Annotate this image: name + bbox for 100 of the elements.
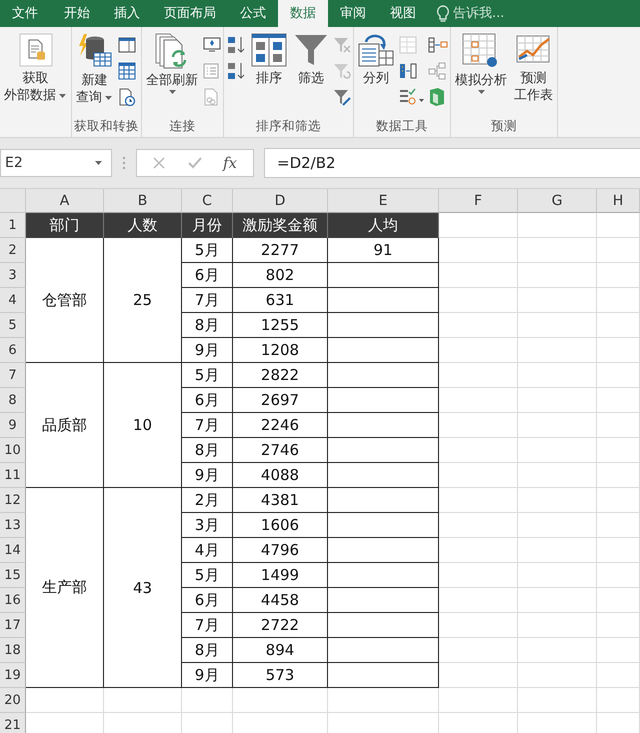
- ribbon-button[interactable]: 新建 查询: [74, 30, 115, 106]
- caret-icon[interactable]: [476, 89, 486, 95]
- row-header[interactable]: 3: [0, 263, 26, 288]
- table-header-cell: 部门: [26, 213, 104, 238]
- table-cell: 6月: [182, 263, 233, 288]
- column-header[interactable]: D: [233, 189, 328, 213]
- empty-cell: [597, 688, 640, 713]
- row-header[interactable]: 5: [0, 313, 26, 338]
- table-cell: 5月: [182, 238, 233, 263]
- column-header[interactable]: B: [104, 189, 182, 213]
- column-header[interactable]: A: [26, 189, 104, 213]
- table-icon[interactable]: [118, 37, 136, 53]
- empty-cell: [597, 238, 640, 263]
- column-header[interactable]: F: [439, 189, 518, 213]
- ribbon-button[interactable]: 全部刷新: [144, 30, 200, 95]
- document-clock-icon[interactable]: [118, 88, 136, 106]
- ribbon-tab[interactable]: 插入: [102, 0, 152, 27]
- caret-icon[interactable]: [104, 94, 113, 100]
- funnel-pencil-icon[interactable]: [333, 88, 351, 106]
- column-header[interactable]: G: [518, 189, 597, 213]
- row-header[interactable]: 15: [0, 563, 26, 588]
- column-header[interactable]: C: [182, 189, 233, 213]
- row-header[interactable]: 10: [0, 438, 26, 463]
- name-box[interactable]: E2: [0, 149, 112, 177]
- table-cell: 91: [328, 238, 439, 263]
- row-header[interactable]: 13: [0, 513, 26, 538]
- ribbon-button[interactable]: 排序: [249, 30, 289, 87]
- table-cell: 6月: [182, 388, 233, 413]
- sort-descending-icon[interactable]: [226, 61, 246, 81]
- ribbon-tab[interactable]: 审阅: [328, 0, 378, 27]
- grip-icon[interactable]: [122, 156, 126, 170]
- table-cell: 生产部: [26, 488, 104, 688]
- check-icon[interactable]: [187, 155, 203, 171]
- row-header[interactable]: 2: [0, 238, 26, 263]
- text-columns-arrow-icon[interactable]: [358, 33, 394, 67]
- empty-cell: [182, 688, 233, 713]
- ribbon-tab[interactable]: 数据: [278, 0, 328, 27]
- ribbon-button[interactable]: 筛选: [292, 30, 330, 87]
- empty-cell: [597, 538, 640, 563]
- table-cell: 1255: [233, 313, 328, 338]
- ribbon-button[interactable]: 预测 工作表: [512, 30, 555, 104]
- ribbon-button[interactable]: 分列: [356, 30, 396, 87]
- table-cell: 6月: [182, 588, 233, 613]
- empty-cell: [597, 613, 640, 638]
- empty-cell: [597, 363, 640, 388]
- sort-ascending-icon[interactable]: [226, 35, 246, 55]
- table-cell: 573: [233, 663, 328, 688]
- ribbon-tab[interactable]: 页面布局: [152, 0, 228, 27]
- sort-dialog-icon[interactable]: [251, 33, 287, 67]
- tell-me-field[interactable]: 告诉我...: [453, 6, 533, 21]
- data-cube-icon[interactable]: [428, 87, 446, 107]
- insert-function-button[interactable]: fx: [223, 154, 238, 172]
- lightbulb-icon[interactable]: [436, 4, 450, 22]
- column-header[interactable]: E: [328, 189, 439, 213]
- grid-icon[interactable]: [118, 62, 136, 80]
- empty-cell: [597, 488, 640, 513]
- row-header[interactable]: 6: [0, 338, 26, 363]
- column-arrow-icon[interactable]: [428, 37, 448, 53]
- table-cell: 7月: [182, 288, 233, 313]
- row-header[interactable]: 1: [0, 213, 26, 238]
- column-header[interactable]: H: [597, 189, 640, 213]
- row-header[interactable]: 16: [0, 588, 26, 613]
- ribbon-button[interactable]: 获取 外部数据: [2, 30, 69, 104]
- ribbon-button[interactable]: 模拟分析: [453, 30, 509, 95]
- row-header[interactable]: 14: [0, 538, 26, 563]
- doc-database-icon[interactable]: [18, 33, 52, 67]
- ribbon-tab[interactable]: 视图: [378, 0, 428, 27]
- ribbon-tab[interactable]: 开始: [52, 0, 102, 27]
- table-cell: 9月: [182, 463, 233, 488]
- funnel-icon[interactable]: [294, 33, 328, 67]
- ribbon-tab[interactable]: 文件: [0, 0, 52, 27]
- monitor-icon[interactable]: [203, 37, 221, 53]
- empty-cell: [597, 513, 640, 538]
- table-cell: 9月: [182, 663, 233, 688]
- formula-field[interactable]: =D2/B2: [264, 148, 640, 178]
- row-header[interactable]: 8: [0, 388, 26, 413]
- row-header[interactable]: 17: [0, 613, 26, 638]
- row-header[interactable]: 12: [0, 488, 26, 513]
- row-header[interactable]: 19: [0, 663, 26, 688]
- table-cell: 8月: [182, 438, 233, 463]
- empty-cell: [597, 663, 640, 688]
- ribbon-tab[interactable]: 公式: [228, 0, 278, 27]
- table-cell: 802: [233, 263, 328, 288]
- row-header[interactable]: 7: [0, 363, 26, 388]
- group-label: 排序和筛选: [256, 118, 321, 133]
- table-cell: 4月: [182, 538, 233, 563]
- caret-icon[interactable]: [168, 89, 176, 95]
- caret-icon[interactable]: [94, 160, 103, 166]
- row-header[interactable]: 4: [0, 288, 26, 313]
- row-header[interactable]: 18: [0, 638, 26, 663]
- empty-cell: [597, 638, 640, 663]
- row-header[interactable]: 20: [0, 688, 26, 713]
- row-header[interactable]: 21: [0, 713, 26, 733]
- row-header[interactable]: 11: [0, 463, 26, 488]
- table-cell: 2月: [182, 488, 233, 513]
- list-check-icon[interactable]: [399, 88, 425, 106]
- caret-icon[interactable]: [58, 92, 67, 98]
- table-cell: 2277: [233, 238, 328, 263]
- row-header[interactable]: 9: [0, 413, 26, 438]
- database-table-icon[interactable]: [76, 33, 112, 69]
